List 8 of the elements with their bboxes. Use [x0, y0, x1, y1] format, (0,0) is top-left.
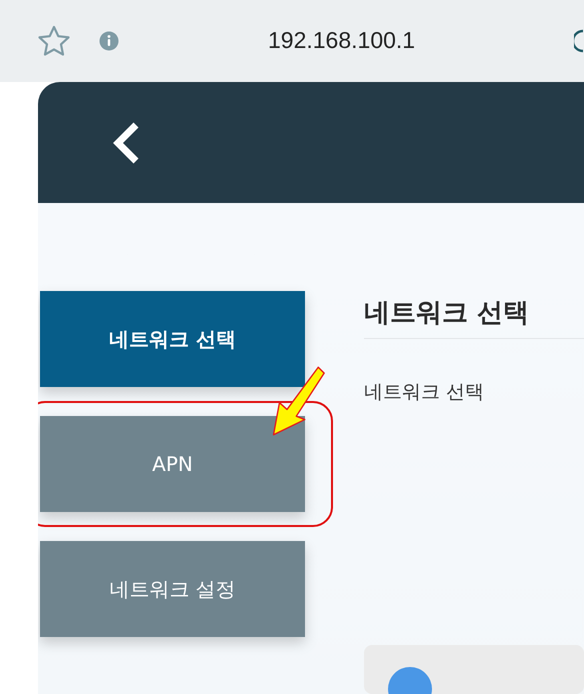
info-icon[interactable] [99, 31, 119, 51]
page-title: 네트워크 선택 [364, 295, 584, 339]
menu-item[interactable]: APN [40, 416, 305, 512]
menu-item[interactable]: 네트워크 설정 [40, 541, 305, 637]
address-text[interactable]: 192.168.100.1 [268, 27, 416, 54]
menu-item[interactable]: 네트워크 선택 [40, 291, 305, 387]
section-text: 네트워크 선택 [364, 380, 486, 405]
star-icon[interactable] [37, 25, 71, 57]
